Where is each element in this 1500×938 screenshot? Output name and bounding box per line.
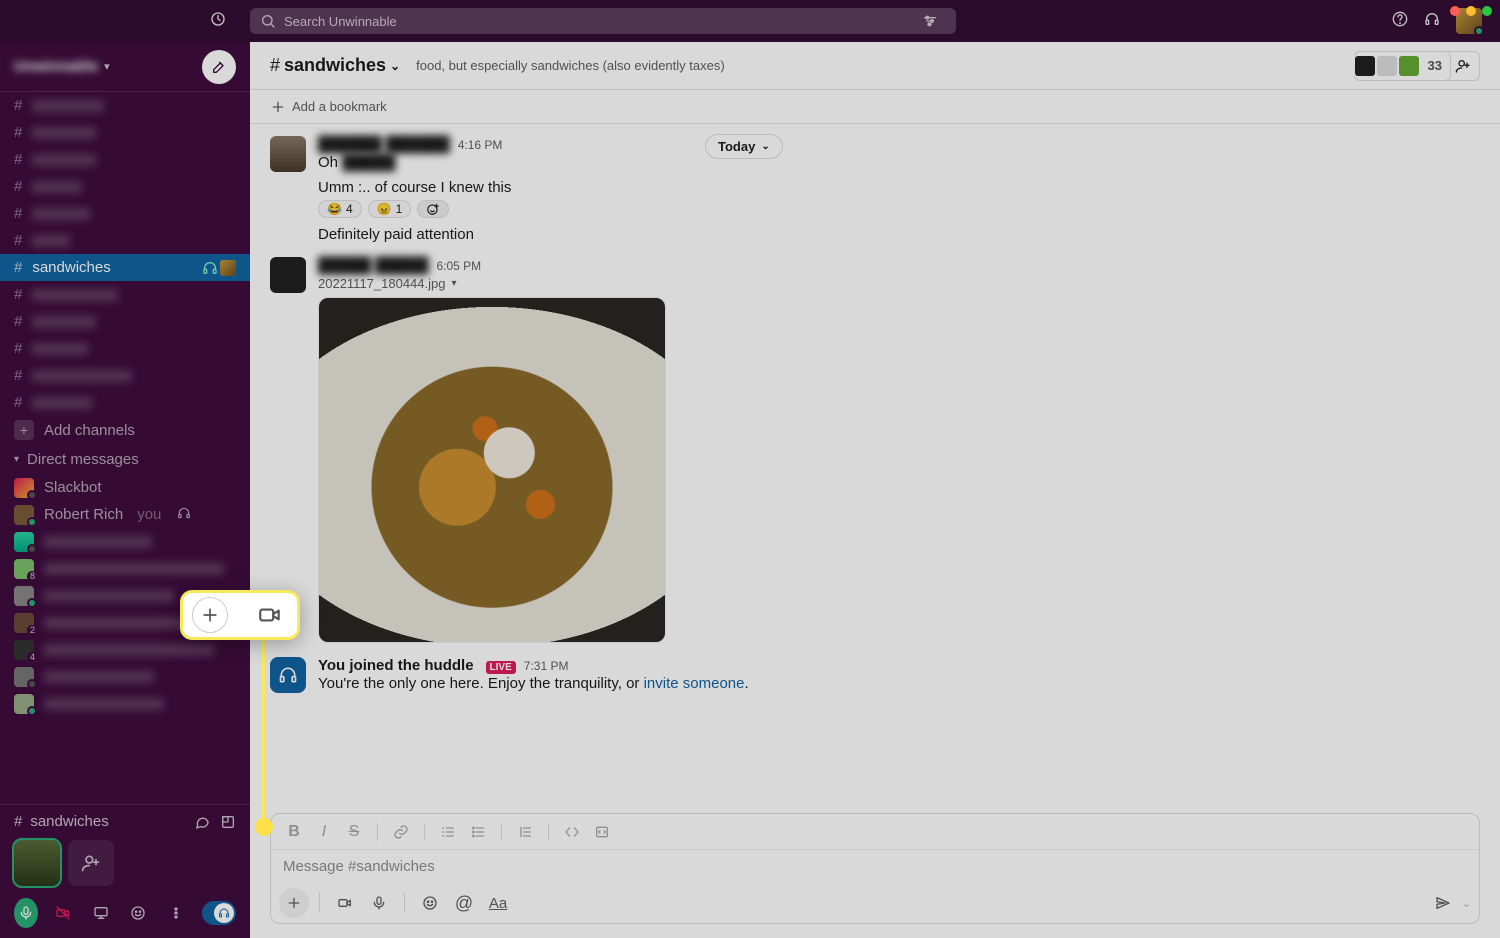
send-button[interactable] (1428, 888, 1458, 918)
message-text: Definitely paid attention (318, 226, 1480, 243)
member-count: 33 (1428, 58, 1442, 73)
message-author[interactable]: ██████ ██████ (318, 136, 450, 153)
codeblock-button[interactable] (589, 819, 615, 845)
chevron-down-icon[interactable]: ⌄ (1462, 897, 1471, 910)
window-icon[interactable] (220, 814, 236, 830)
thread-icon[interactable] (194, 814, 210, 830)
sidebar-channel[interactable]: # (0, 119, 250, 146)
camera-off-button[interactable] (52, 898, 76, 928)
huddle-channel[interactable]: sandwiches (30, 813, 108, 830)
sidebar-channel[interactable]: # (0, 281, 250, 308)
plus-icon (192, 597, 228, 633)
message-avatar[interactable] (270, 136, 306, 172)
dm-item[interactable] (0, 663, 250, 690)
dm-section-header[interactable]: ▾Direct messages (0, 444, 250, 474)
channel-name-button[interactable]: #sandwiches⌄ (270, 55, 400, 76)
add-bookmark[interactable]: Add a bookmark (250, 90, 1500, 124)
message-time[interactable]: 6:05 PM (436, 259, 481, 273)
help-button[interactable] (1392, 11, 1408, 32)
huddle-body: You're the only one here. Enjoy the tran… (318, 675, 1480, 692)
bullet-list-button[interactable] (465, 819, 491, 845)
sidebar-channel[interactable]: # (0, 92, 250, 119)
screenshare-button[interactable] (89, 898, 113, 928)
invite-link[interactable]: invite someone (644, 675, 745, 692)
dm-item[interactable]: Robert Richyou (0, 501, 250, 528)
huddle-add-person[interactable] (68, 840, 114, 886)
more-button[interactable] (164, 898, 188, 928)
member-avatar (1376, 55, 1398, 77)
video-icon (252, 597, 288, 633)
sidebar-channel[interactable]: #sandwiches (0, 254, 250, 281)
history-button[interactable] (210, 11, 226, 32)
hash-icon: # (14, 813, 22, 830)
dm-item[interactable] (0, 690, 250, 717)
dm-item[interactable]: 4 (0, 636, 250, 663)
plus-icon (270, 99, 286, 115)
add-reaction[interactable] (417, 200, 449, 218)
sidebar-channel[interactable]: # (0, 308, 250, 335)
reaction-button[interactable] (127, 898, 151, 928)
sidebar-channel[interactable]: # (0, 335, 250, 362)
dm-item[interactable]: Slackbot (0, 474, 250, 501)
channel-topic[interactable]: food, but especially sandwiches (also ev… (416, 58, 725, 73)
presence-dot (1474, 26, 1484, 36)
video-button[interactable] (330, 888, 360, 918)
mic-button[interactable] (14, 898, 38, 928)
ordered-list-button[interactable] (435, 819, 461, 845)
add-user-button[interactable] (1446, 51, 1480, 81)
message-input[interactable]: Message #sandwiches (271, 850, 1479, 883)
sidebar-channel[interactable]: # (0, 362, 250, 389)
chevron-down-icon: ▾ (104, 60, 110, 73)
link-button[interactable] (388, 819, 414, 845)
search-icon (260, 13, 276, 29)
live-badge: LIVE (486, 661, 516, 674)
attach-button[interactable] (279, 888, 309, 918)
code-button[interactable] (559, 819, 585, 845)
dm-item[interactable] (0, 528, 250, 555)
message-avatar[interactable] (270, 257, 306, 293)
emoji-button[interactable] (415, 888, 445, 918)
italic-button[interactable]: I (311, 819, 337, 845)
attachment-image[interactable] (318, 297, 666, 643)
huddle-icon (270, 657, 306, 693)
message-text: Oh █████ (318, 154, 1480, 171)
member-avatar (1398, 55, 1420, 77)
filter-icon[interactable] (922, 13, 938, 29)
sidebar-channel[interactable]: # (0, 173, 250, 200)
add-channels[interactable]: +Add channels (0, 416, 250, 444)
tutorial-callout (180, 590, 300, 640)
compose-button[interactable] (202, 50, 236, 84)
sidebar-channel[interactable]: # (0, 227, 250, 254)
workspace-name[interactable]: Unwinnable (14, 58, 98, 75)
huddle-self-video[interactable] (14, 840, 60, 886)
huddle-toggle[interactable] (202, 901, 236, 925)
message-composer[interactable]: B I S Message #sandwiches @ Aa (270, 813, 1480, 924)
sidebar-channel[interactable]: # (0, 146, 250, 173)
quote-button[interactable] (512, 819, 538, 845)
sidebar-channel[interactable]: # (0, 389, 250, 416)
strike-button[interactable]: S (341, 819, 367, 845)
huddle-title: You joined the huddle (318, 657, 474, 674)
bold-button[interactable]: B (281, 819, 307, 845)
members-button[interactable]: 33 (1354, 51, 1451, 81)
mention-button[interactable]: @ (449, 888, 479, 918)
member-avatar (1354, 55, 1376, 77)
search-input[interactable]: Search Unwinnable (250, 8, 956, 34)
date-divider[interactable]: Today⌄ (705, 134, 783, 159)
reaction[interactable]: 😠1 (368, 200, 412, 218)
headphones-top-icon[interactable] (1424, 11, 1440, 32)
formatting-button[interactable]: Aa (483, 888, 513, 918)
message-time[interactable]: 7:31 PM (524, 659, 569, 673)
message-text: Umm :.. of course I knew this (318, 179, 1480, 196)
message-author[interactable]: █████ █████ (318, 257, 428, 274)
attachment-name[interactable]: 20221117_180444.jpg▾ (318, 276, 1480, 291)
dm-item[interactable]: 8 (0, 555, 250, 582)
audio-button[interactable] (364, 888, 394, 918)
search-placeholder: Search Unwinnable (284, 14, 397, 29)
reaction[interactable]: 😂4 (318, 200, 362, 218)
sidebar-channel[interactable]: # (0, 200, 250, 227)
message-time[interactable]: 4:16 PM (458, 138, 503, 152)
